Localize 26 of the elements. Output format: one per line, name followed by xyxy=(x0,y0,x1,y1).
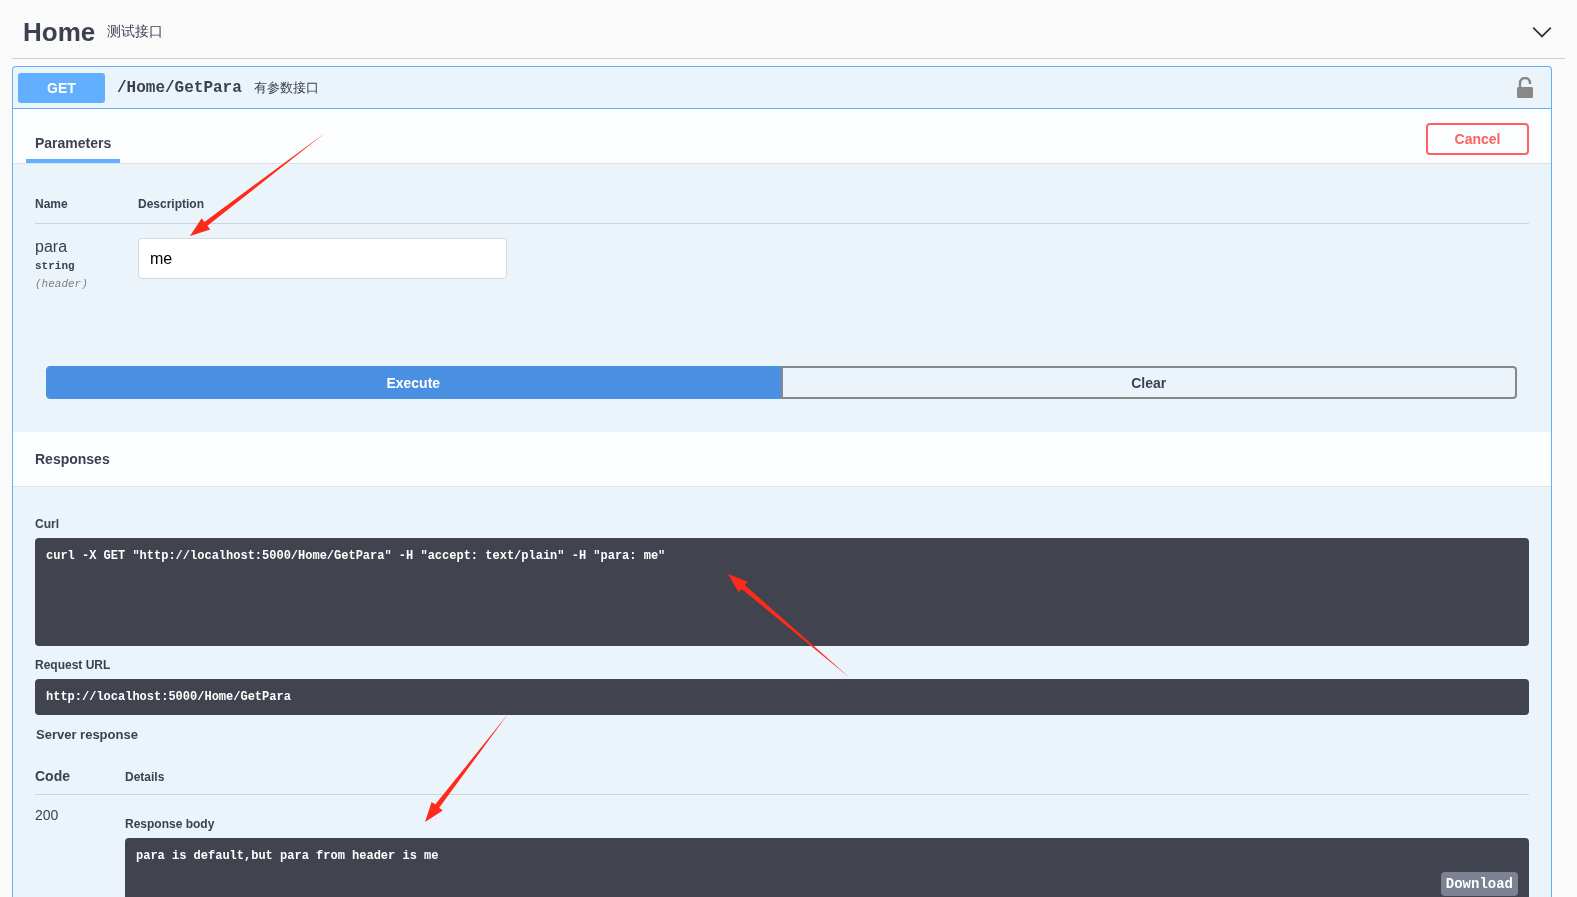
curl-command: curl -X GET "http://localhost:5000/Home/GetPara" -H "accept: text/plain" -H "para: me" xyxy=(35,538,1529,646)
download-button[interactable]: Download xyxy=(1440,872,1518,896)
column-header: Code xyxy=(35,768,71,784)
status-code: 200 xyxy=(35,807,60,825)
parameters-tab[interactable]: Parameters xyxy=(26,135,121,163)
parameter-name: para xyxy=(35,238,69,256)
response-body-text: para is default,but para from header is me xyxy=(136,849,439,863)
server-response-label: Server response xyxy=(36,727,139,742)
endpoint-path[interactable]: /Home/GetPara xyxy=(117,78,242,97)
parameter-type: string xyxy=(35,260,76,272)
parameter-input-field[interactable]: me xyxy=(138,238,507,279)
clear-button[interactable]: Clear xyxy=(780,366,1517,399)
padlock-open-icon[interactable] xyxy=(1516,76,1534,99)
response-body-label: Response body xyxy=(125,817,216,831)
section-title[interactable]: Home xyxy=(23,16,96,48)
request-url-label: Request URL xyxy=(35,658,112,672)
column-header: Details xyxy=(125,770,165,784)
section-description: 测试接口 xyxy=(107,23,165,41)
column-header: Description xyxy=(138,197,204,211)
curl-label: Curl xyxy=(35,517,60,531)
parameter-location: (header) xyxy=(35,278,89,290)
endpoint-summary: 有参数接口 xyxy=(253,78,320,97)
method-badge: GET xyxy=(18,72,105,103)
column-header: Name xyxy=(35,197,69,211)
responses-header: Responses xyxy=(13,432,1551,487)
request-url: http://localhost:5000/Home/GetPara xyxy=(35,679,1529,715)
